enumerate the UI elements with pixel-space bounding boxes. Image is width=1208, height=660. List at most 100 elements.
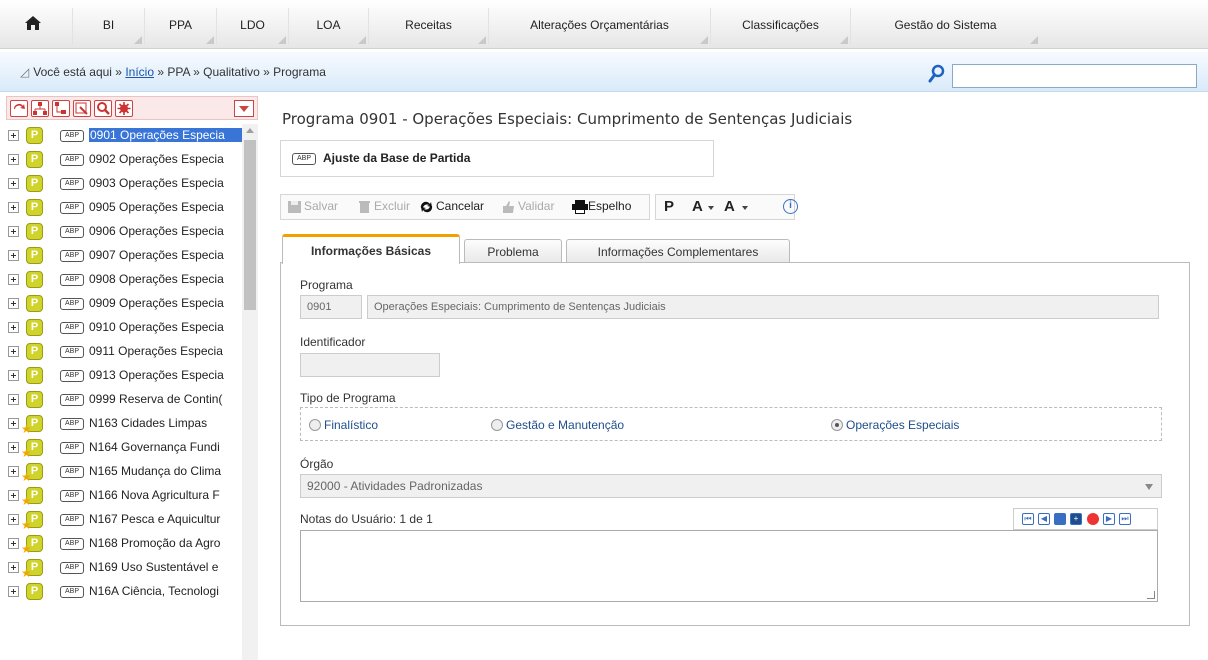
tree-item[interactable]: P ABP 0999 Reserva de Contin( — [6, 388, 256, 412]
search-icon[interactable] — [928, 64, 946, 87]
radio-finalistico[interactable]: Finalístico — [309, 418, 378, 432]
delete-note-icon[interactable] — [1087, 513, 1099, 525]
first-record-icon[interactable]: ⏮ — [1022, 513, 1034, 525]
search-input[interactable] — [952, 64, 1197, 88]
tab-label: Informações Complementares — [597, 245, 759, 259]
tree-item[interactable]: P ABP N168 Promoção da Agro — [6, 532, 256, 557]
a-format-icon[interactable]: A — [692, 198, 703, 215]
tab-informacoes-basicas[interactable]: Informações Básicas — [282, 234, 460, 264]
tree-item[interactable]: P ABP 0906 Operações Especia — [6, 220, 256, 244]
tree-item[interactable]: P ABP N164 Governança Fundi — [6, 436, 256, 461]
expand-icon[interactable] — [8, 130, 19, 141]
export-icon[interactable] — [73, 100, 91, 117]
info-icon[interactable]: i — [783, 199, 798, 214]
tree-item[interactable]: P ABP 0909 Operações Especia — [6, 292, 256, 316]
tab-informacoes-complementares[interactable]: Informações Complementares — [566, 239, 790, 263]
hierarchy-icon[interactable] — [31, 100, 49, 117]
tree-scrollbar-thumb[interactable] — [244, 140, 256, 310]
expand-icon[interactable] — [8, 298, 19, 309]
expand-icon[interactable] — [8, 490, 19, 501]
tree-item[interactable]: P ABP N169 Uso Sustentável e — [6, 556, 256, 581]
previous-record-icon[interactable]: ◀ — [1038, 513, 1050, 525]
menu-item-receitas[interactable]: Receitas — [368, 8, 488, 44]
expand-icon[interactable] — [8, 514, 19, 525]
expand-icon[interactable] — [8, 538, 19, 549]
mirror-button[interactable]: Espelho — [571, 199, 631, 214]
resize-handle-icon[interactable] — [1147, 591, 1155, 599]
radio-circle-icon — [491, 419, 503, 431]
expand-icon[interactable] — [8, 154, 19, 165]
save-note-icon[interactable] — [1054, 513, 1066, 525]
chevron-down-icon[interactable] — [708, 206, 714, 210]
tree-item-label: 0907 Operações Especia — [89, 248, 224, 262]
expand-icon[interactable] — [8, 442, 19, 453]
breadcrumb-home-link[interactable]: Início — [125, 65, 154, 79]
tipo-programa-radio-group: Finalístico Gestão e Manutenção Operaçõe… — [300, 407, 1162, 441]
expand-icon[interactable] — [8, 226, 19, 237]
tree-item[interactable]: P ABP 0913 Operações Especia — [6, 364, 256, 388]
home-icon[interactable] — [24, 15, 42, 34]
menu-item-gestao[interactable]: Gestão do Sistema — [850, 8, 1040, 44]
expand-icon[interactable] — [8, 370, 19, 381]
tree-expand-icon[interactable] — [52, 100, 70, 117]
validate-button[interactable]: Validar — [501, 199, 554, 214]
tree-item[interactable]: P ABP 0903 Operações Especia — [6, 172, 256, 196]
program-new-badge-icon: P — [21, 415, 43, 437]
programa-code-field[interactable]: 0901 — [300, 295, 362, 319]
menu-item-bi[interactable]: BI — [72, 8, 144, 44]
tree-item[interactable]: P ABP 0911 Operações Especia — [6, 340, 256, 364]
last-record-icon[interactable]: ⏭ — [1119, 513, 1131, 525]
save-button[interactable]: Salvar — [287, 199, 338, 214]
chevron-down-icon[interactable] — [742, 206, 748, 210]
radio-operacoes-especiais[interactable]: Operações Especiais — [831, 418, 959, 432]
next-record-icon[interactable]: ▶ — [1103, 513, 1115, 525]
expand-icon[interactable] — [8, 178, 19, 189]
tree-item[interactable]: P ABP 0907 Operações Especia — [6, 244, 256, 268]
breadcrumb-marker-icon: ◿ — [20, 65, 30, 79]
tree-search-icon[interactable] — [94, 100, 112, 117]
expand-icon[interactable] — [8, 346, 19, 357]
expand-icon[interactable] — [8, 274, 19, 285]
programa-name-field[interactable]: Operações Especiais: Cumprimento de Sent… — [367, 295, 1159, 319]
menu-item-ldo[interactable]: LDO — [216, 8, 288, 44]
expand-icon[interactable] — [8, 586, 19, 597]
expand-icon[interactable] — [8, 466, 19, 477]
tree-item[interactable]: P ABP 0901 Operações Especia — [6, 124, 256, 148]
expand-icon[interactable] — [8, 562, 19, 573]
tree-dropdown-toggle[interactable] — [234, 100, 254, 117]
tree-item[interactable]: P ABP N165 Mudança do Clima — [6, 460, 256, 485]
tree-item[interactable]: P ABP N167 Pesca e Aquicultur — [6, 508, 256, 533]
abp-tag: ABP — [60, 298, 84, 310]
tree-item[interactable]: P ABP N166 Nova Agricultura F — [6, 484, 256, 509]
tree-item[interactable]: P ABP 0905 Operações Especia — [6, 196, 256, 220]
expand-icon[interactable] — [8, 250, 19, 261]
radio-gestao-manutencao[interactable]: Gestão e Manutenção — [491, 418, 624, 432]
a-arrow-format-icon[interactable]: A — [724, 198, 735, 215]
add-note-icon[interactable]: + — [1070, 513, 1082, 525]
expand-icon[interactable] — [8, 322, 19, 333]
orgao-select[interactable]: 92000 - Atividades Padronizadas — [300, 474, 1162, 498]
abp-tag: ABP — [60, 370, 84, 382]
notas-textarea[interactable] — [300, 530, 1158, 602]
radio-label: Operações Especiais — [846, 418, 960, 432]
menu-item-loa[interactable]: LOA — [288, 8, 368, 44]
tree-item[interactable]: P ABP N16A Ciência, Tecnologi — [6, 580, 256, 604]
menu-item-ppa[interactable]: PPA — [144, 8, 216, 44]
expand-icon[interactable] — [8, 202, 19, 213]
delete-button[interactable]: Excluir — [357, 199, 410, 214]
tree-item[interactable]: P ABP 0908 Operações Especia — [6, 268, 256, 292]
gear-icon[interactable] — [115, 100, 133, 117]
tree-item[interactable]: P ABP N163 Cidades Limpas — [6, 412, 256, 437]
menu-item-classificacoes[interactable]: Classificações — [710, 8, 850, 44]
tree-item[interactable]: P ABP 0910 Operações Especia — [6, 316, 256, 340]
refresh-icon[interactable] — [10, 100, 28, 117]
identificador-field[interactable] — [300, 353, 440, 377]
p-format-icon[interactable]: P — [664, 198, 674, 215]
cancel-button[interactable]: Cancelar — [419, 199, 484, 214]
scroll-up-arrow-icon[interactable] — [246, 128, 254, 133]
menu-item-alteracoes[interactable]: Alterações Orçamentárias — [488, 8, 710, 44]
expand-icon[interactable] — [8, 418, 19, 429]
tree-item[interactable]: P ABP 0902 Operações Especia — [6, 148, 256, 172]
tab-problema[interactable]: Problema — [464, 239, 562, 263]
expand-icon[interactable] — [8, 394, 19, 405]
